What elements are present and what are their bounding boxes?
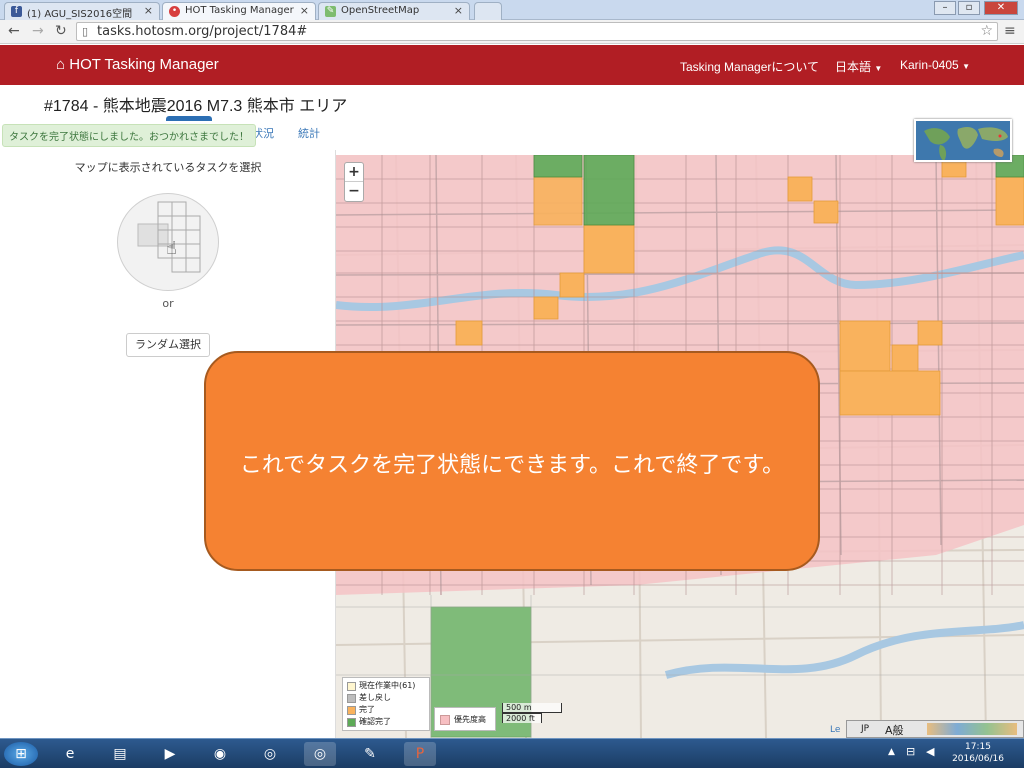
browser-toolbar: ← → ↻ ▯ tasks.hotosm.org/project/1784# ☆… <box>0 20 1024 44</box>
network-icon[interactable]: ⊟ <box>906 745 915 758</box>
start-button[interactable]: ⊞ <box>4 742 38 766</box>
firefox-icon[interactable]: ◉ <box>204 742 236 766</box>
url-text: tasks.hotosm.org/project/1784# <box>97 24 308 39</box>
home-icon: ⌂ <box>56 56 66 73</box>
success-toast: タスクを完了状態にしました。おつかれさまでした！ <box>2 124 256 147</box>
osm-icon: ✎ <box>325 6 336 17</box>
tab-active-indicator <box>166 116 212 121</box>
menu-icon[interactable]: ≡ <box>1004 23 1016 39</box>
callout-text: これでタスクを完了状態にできます。これで終了です。 <box>239 453 785 478</box>
language-dropdown[interactable]: 日本語 ▼ <box>835 58 882 75</box>
random-select-button[interactable]: ランダム選択 <box>126 333 210 357</box>
powerpoint-icon[interactable]: P <box>404 742 436 766</box>
maximize-button[interactable]: ▫ <box>958 1 980 15</box>
brand-link[interactable]: ⌂ HOT Tasking Manager <box>56 56 219 73</box>
brand-label: HOT Tasking Manager <box>69 56 219 73</box>
file-explorer-icon[interactable]: ▤ <box>104 742 136 766</box>
ime-language-bar[interactable]: JP A般 <box>846 720 1024 738</box>
ime-label: JP <box>861 724 870 734</box>
legend-item-done: 完了 <box>347 704 425 716</box>
legend-label: 優先度高 <box>454 715 486 724</box>
legend-swatch <box>347 706 356 715</box>
attribution-link[interactable]: Le <box>830 725 840 735</box>
address-bar[interactable]: ▯ tasks.hotosm.org/project/1784# ☆ <box>76 22 998 41</box>
tab-facebook[interactable]: f (1) AGU_SIS2016空間 × <box>4 2 160 20</box>
legend-label: 現在作業中(61) <box>359 681 416 690</box>
site-navbar: ⌂ HOT Tasking Manager Tasking Managerについ… <box>0 45 1024 85</box>
star-icon[interactable]: ☆ <box>980 23 993 39</box>
close-icon[interactable]: × <box>454 4 463 17</box>
chrome-icon[interactable]: ◎ <box>254 742 286 766</box>
tab-label: (1) AGU_SIS2016空間 <box>27 9 133 20</box>
user-dropdown[interactable]: Karin-0405 ▼ <box>900 58 970 72</box>
tab-label: OpenStreetMap <box>341 5 420 16</box>
legend-swatch <box>347 694 356 703</box>
tab-stats[interactable]: 統計 <box>298 125 320 141</box>
close-icon[interactable]: × <box>300 4 309 17</box>
legend-swatch <box>440 715 450 725</box>
caret-down-icon: ▼ <box>962 62 970 71</box>
tray-arrow-icon[interactable]: ▲ <box>888 747 895 757</box>
windows-taskbar: ⊞ e ▤ ▶ ◉ ◎ ◎ ✎ P ▲ ⊟ ◀ 17:15 2016/06/16 <box>0 738 1024 768</box>
zoom-in-button[interactable]: + <box>345 163 363 182</box>
legend-label: 確認完了 <box>359 717 391 726</box>
scale-metric: 500 m <box>502 703 562 713</box>
facebook-icon: f <box>11 6 22 17</box>
legend-swatch <box>347 718 356 727</box>
or-label: or <box>162 297 174 310</box>
user-label: Karin-0405 <box>900 58 959 72</box>
caret-down-icon: ▼ <box>874 64 883 73</box>
zoom-control: + − <box>344 162 364 202</box>
scale-imperial: 2000 ft <box>502 713 542 723</box>
hot-icon: • <box>169 6 180 17</box>
minimize-button[interactable]: – <box>934 1 956 15</box>
overview-minimap[interactable] <box>914 119 1012 162</box>
clock-time: 17:15 <box>965 742 991 752</box>
svg-text:☝: ☝ <box>166 238 177 259</box>
panel-heading: マップに表示されているタスクを選択 <box>74 161 262 174</box>
page-icon: ▯ <box>82 25 89 38</box>
chrome-active-icon[interactable]: ◎ <box>304 742 336 766</box>
internet-explorer-icon[interactable]: e <box>54 742 86 766</box>
window-close-button[interactable]: ✕ <box>984 1 1018 15</box>
forward-icon[interactable]: → <box>32 23 44 39</box>
paint-icon[interactable]: ✎ <box>354 742 386 766</box>
media-player-icon[interactable]: ▶ <box>154 742 186 766</box>
reload-icon[interactable]: ↻ <box>55 23 67 39</box>
legend-swatch <box>347 682 356 691</box>
legend-item-working: 現在作業中(61) <box>347 680 425 692</box>
instruction-callout: これでタスクを完了状態にできます。これで終了です。 <box>204 351 820 571</box>
about-link[interactable]: Tasking Managerについて <box>680 58 819 75</box>
priority-legend: 優先度高 <box>434 707 496 731</box>
legend-label: 差し戻し <box>359 693 391 702</box>
legend-label: 完了 <box>359 705 375 714</box>
clock-date: 2016/06/16 <box>952 754 1004 764</box>
map-legend: 現在作業中(61) 差し戻し 完了 確認完了 <box>342 677 430 731</box>
new-tab-button[interactable] <box>474 2 502 20</box>
tab-openstreetmap[interactable]: ✎ OpenStreetMap × <box>318 2 470 20</box>
back-icon[interactable]: ← <box>8 23 20 39</box>
tab-label: HOT Tasking Manager <box>185 5 294 16</box>
ime-mode-icon: A般 <box>885 724 904 737</box>
page-title: #1784 - 熊本地震2016 M7.3 熊本市 エリア <box>44 98 348 115</box>
map-scale: 500 m 2000 ft <box>502 703 562 723</box>
close-icon[interactable]: × <box>144 4 153 17</box>
zoom-out-button[interactable]: − <box>345 182 363 201</box>
ime-tools-icons <box>927 723 1017 735</box>
tab-hot-tasking-manager[interactable]: • HOT Tasking Manager × <box>162 2 316 20</box>
map-select-illustration: ☝ <box>117 193 219 291</box>
language-label: 日本語 <box>835 60 872 74</box>
browser-tab-bar: f (1) AGU_SIS2016空間 × • HOT Tasking Mana… <box>0 0 1024 20</box>
legend-item-validated: 確認完了 <box>347 716 425 728</box>
legend-item-invalidated: 差し戻し <box>347 692 425 704</box>
volume-icon[interactable]: ◀ <box>926 745 934 758</box>
system-clock[interactable]: 17:15 2016/06/16 <box>950 741 1006 765</box>
